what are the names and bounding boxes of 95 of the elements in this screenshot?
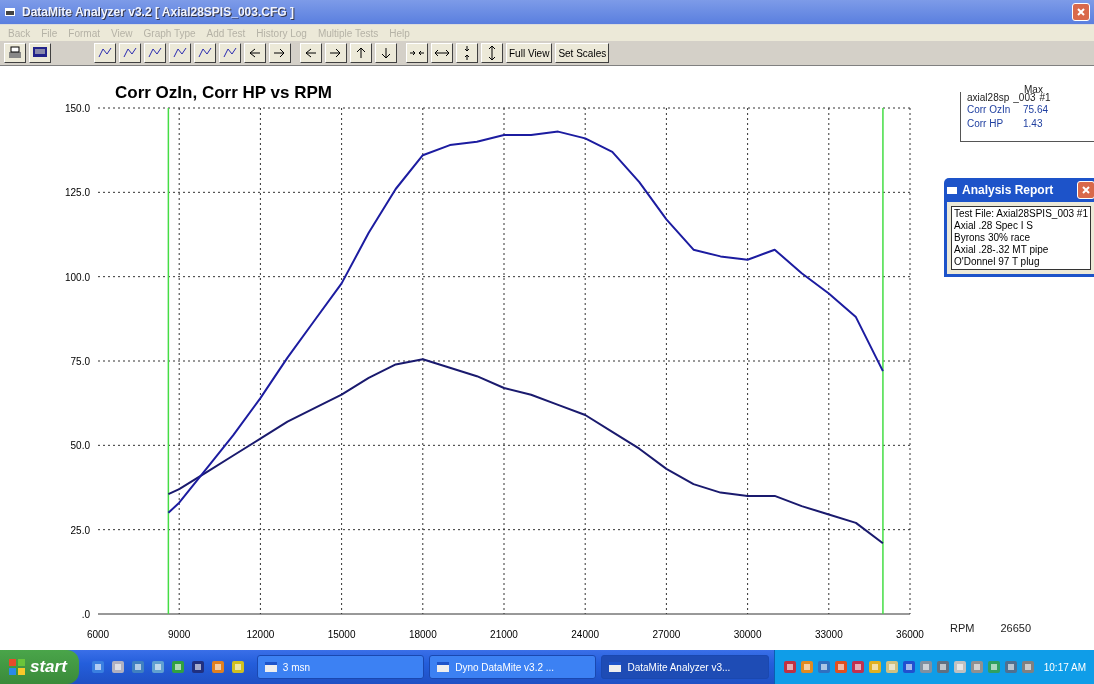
- printer-icon: [7, 45, 23, 61]
- y-tick-label: 100.0: [64, 271, 90, 283]
- close-button[interactable]: [1077, 181, 1094, 199]
- x-tick-label: 12000: [246, 629, 275, 640]
- x-tick-label: 18000: [408, 629, 437, 640]
- x-tick-label: 36000: [896, 629, 924, 640]
- toolbar-button[interactable]: [431, 43, 453, 63]
- toolbar-button[interactable]: [29, 43, 51, 63]
- tray-icon[interactable]: [850, 660, 865, 674]
- tray-icon[interactable]: [1020, 660, 1035, 674]
- tray-icon[interactable]: [918, 660, 933, 674]
- legend-label: Corr OzIn: [967, 103, 1012, 117]
- toolbar-button[interactable]: [169, 43, 191, 63]
- report-line: O'Donnel 97 T plug: [954, 256, 1041, 268]
- toolbar-button[interactable]: [244, 43, 266, 63]
- start-button[interactable]: start: [0, 650, 79, 684]
- clock: 10:17 AM: [1043, 661, 1086, 673]
- report-line: Axial .28 Spec I S: [954, 220, 1034, 232]
- tray-icon[interactable]: [935, 660, 950, 674]
- rpm-label: RPM: [950, 622, 975, 634]
- window-icon: [263, 660, 278, 674]
- app-icon[interactable]: [110, 660, 125, 674]
- app-icon: [4, 6, 16, 18]
- taskbar-button[interactable]: DataMite Analyzer v3...: [601, 655, 769, 679]
- tray-icon[interactable]: [782, 660, 797, 674]
- close-button[interactable]: [1072, 3, 1090, 21]
- range-marker[interactable]: [167, 107, 170, 615]
- x-tick-label: 30000: [733, 629, 762, 640]
- legend-test-name: axial28sp: [967, 92, 1010, 103]
- y-tick-label: 50.0: [70, 440, 90, 452]
- app-icon[interactable]: [230, 660, 245, 674]
- toolbar-button[interactable]: [406, 43, 428, 63]
- app-icon[interactable]: [150, 660, 165, 674]
- toolbar-button[interactable]: [194, 43, 216, 63]
- tray-icon[interactable]: [952, 660, 967, 674]
- taskbar-button[interactable]: Dyno DataMite v3.2 ...: [429, 655, 597, 679]
- tray-icon[interactable]: [1003, 660, 1018, 674]
- tray-icon[interactable]: [867, 660, 882, 674]
- window-icon: [947, 185, 957, 195]
- window-icon: [608, 660, 623, 674]
- tray-icon[interactable]: [901, 660, 916, 674]
- toolbar-button[interactable]: [269, 43, 291, 63]
- toolbar-button[interactable]: [325, 43, 347, 63]
- toolbar-button[interactable]: [350, 43, 372, 63]
- rpm-value: 26650: [1000, 622, 1032, 634]
- toolbar-button[interactable]: Set Scales: [555, 43, 610, 63]
- toolbar-button[interactable]: [481, 43, 503, 63]
- windows-logo-icon: [8, 658, 26, 676]
- tray-icon[interactable]: [969, 660, 984, 674]
- window-title: DataMite Analyzer v3.2 [ Axial28SPIS_003.CFG ]: [22, 5, 294, 19]
- app-icon[interactable]: [210, 660, 225, 674]
- x-tick-label: 9000: [168, 629, 191, 640]
- legend-value: 1.43: [1023, 117, 1044, 131]
- y-tick-label: 75.0: [70, 356, 90, 367]
- legend-test-number: #1: [1039, 92, 1051, 103]
- report-line: Byrons 30% race: [954, 232, 1032, 244]
- legend-test-suffix: _003: [1013, 92, 1036, 103]
- toolbar-button[interactable]: [94, 43, 116, 63]
- toolbar-button[interactable]: [300, 43, 322, 63]
- y-tick-label: 25.0: [70, 524, 90, 536]
- x-tick-label: 6000: [86, 629, 110, 640]
- toolbar-button[interactable]: [375, 43, 397, 63]
- report-line: Test File: Axial28SPIS_003 #1: [954, 208, 1088, 220]
- toolbar-button[interactable]: [219, 43, 241, 63]
- report-line: Axial .28-.32 MT pipe: [954, 244, 1050, 256]
- x-tick-label: 21000: [490, 629, 518, 640]
- close-icon: [1076, 7, 1086, 17]
- report-title: Analysis Report: [962, 183, 1054, 197]
- y-tick-label: 125.0: [64, 187, 90, 199]
- close-icon: [1081, 185, 1091, 195]
- taskbar-button[interactable]: 3 msn: [256, 655, 425, 679]
- window-icon: [436, 660, 451, 674]
- legend-label: Corr HP: [967, 117, 1005, 131]
- tray-icon[interactable]: [884, 660, 899, 674]
- x-tick-label: 15000: [327, 629, 356, 640]
- legend-header: Max: [1024, 84, 1043, 95]
- app-icon[interactable]: [170, 660, 185, 674]
- toolbar-button[interactable]: [119, 43, 141, 63]
- x-tick-label: 27000: [652, 629, 681, 640]
- app-icon[interactable]: [90, 660, 105, 674]
- y-tick-label: .0: [81, 609, 90, 620]
- tray-icon[interactable]: [816, 660, 831, 674]
- toolbar-button[interactable]: [456, 43, 478, 63]
- toolbar-button[interactable]: Full View: [506, 43, 553, 63]
- x-tick-label: 33000: [814, 629, 843, 640]
- chart-title: Corr OzIn, Corr HP vs RPM: [115, 83, 332, 102]
- range-marker[interactable]: [882, 107, 884, 615]
- legend-value: 75.64: [1023, 103, 1050, 117]
- tray-icon[interactable]: [833, 660, 848, 674]
- y-tick-label: 150.0: [64, 103, 90, 114]
- toolbar-button[interactable]: [144, 43, 166, 63]
- x-tick-label: 24000: [571, 629, 600, 640]
- toolbar-button[interactable]: [4, 43, 26, 63]
- app-icon[interactable]: [130, 660, 145, 674]
- app-icon[interactable]: [190, 660, 205, 674]
